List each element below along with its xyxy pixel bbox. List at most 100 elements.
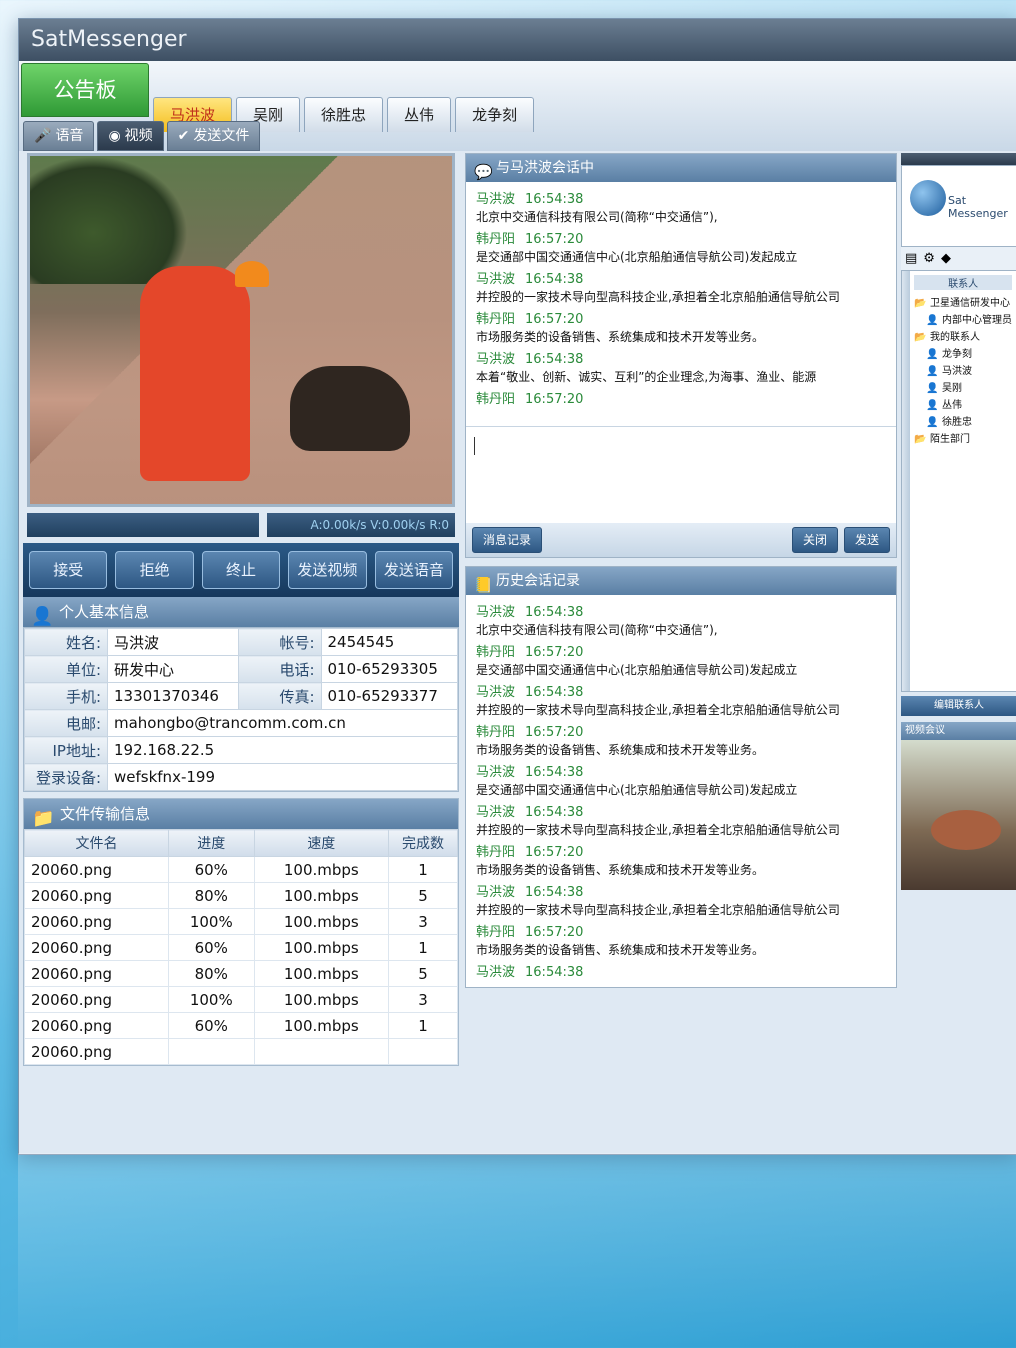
file-progress xyxy=(167,1038,255,1065)
chat-column: 💬 与马洪波会话中 马洪波 16:54:38 北京中交通信科技有限公司(简称“中交… xyxy=(465,153,897,988)
send-button[interactable]: 发送 xyxy=(843,527,890,553)
folder-icon: 📁 xyxy=(32,808,55,829)
history-messages[interactable]: 马洪波 16:54:38 北京中交通信科技有限公司(简称“中交通信”), 韩丹阳 16… xyxy=(466,595,896,987)
file-name: 20060.png xyxy=(24,934,169,961)
tree-item[interactable]: 👤 丛伟 xyxy=(914,396,1012,411)
chat-message: 韩丹阳 16:57:20 是交通部中国交通通信中心(北京船舶通信导航公司)发起成立 xyxy=(476,228,886,265)
tree-item[interactable]: 👤 马洪波 xyxy=(914,362,1012,377)
reject-button[interactable]: 拒绝 xyxy=(115,551,194,589)
message-time: 16:54:38 xyxy=(525,605,584,620)
sender-name: 韩丹阳 xyxy=(476,645,516,660)
file-count: 3 xyxy=(388,986,458,1013)
message-text: 是交通部中国交通通信中心(北京船舶通信导航公司)发起成立 xyxy=(476,663,798,677)
history-message: 马洪波 16:54:38 北京中交通信科技有限公司(简称“中交通信”), xyxy=(476,601,886,638)
tab-video[interactable]: ◉ 视频 xyxy=(97,121,164,151)
file-count: 5 xyxy=(388,960,458,987)
history-message: 马洪波 16:54:38 并控股的一家技术导向型高科技企业,承担着全北京船舶通信导航… xyxy=(476,681,886,718)
column-header[interactable]: 进度 xyxy=(167,829,255,857)
tab-send-file[interactable]: ✔ 发送文件 xyxy=(166,121,261,151)
column-header[interactable]: 速度 xyxy=(253,829,390,857)
tree-item-label: 龙争刻 xyxy=(942,349,972,360)
table-row[interactable]: 20060.png 100% 100.mbps 3 xyxy=(24,986,458,1013)
message-text: 本着“敬业、创新、诚实、互利”的企业理念,为海事、渔业、能源 xyxy=(476,370,817,384)
message-history-button[interactable]: 消息记录 xyxy=(472,527,543,553)
file-speed: 100.mbps xyxy=(253,986,390,1013)
profile-value: 13301370346 xyxy=(107,682,239,710)
profile-label: 帐号: xyxy=(237,628,322,656)
sender-name: 韩丹阳 xyxy=(476,845,516,860)
file-speed: 100.mbps xyxy=(253,934,390,961)
tree-group[interactable]: 📂 陌生部门 xyxy=(914,430,1012,445)
profile-label: 电话: xyxy=(237,655,322,683)
file-speed: 100.mbps xyxy=(253,908,390,935)
tab-voice[interactable]: 🎤 语音 xyxy=(23,121,95,151)
camera-icon: ◉ xyxy=(108,128,121,144)
table-row[interactable]: 20060.png 60% 100.mbps 1 xyxy=(24,1012,458,1039)
check-icon: ✔ xyxy=(177,128,190,144)
history-message: 马洪波 16:54:38 并控股的一家技术导向型高科技企业,承担着全北京船舶通信导航… xyxy=(476,881,886,918)
file-count: 1 xyxy=(388,1012,458,1039)
profile-label: 单位: xyxy=(24,655,108,683)
file-speed: 100.mbps xyxy=(253,960,390,987)
app-logo: Sat Messenger xyxy=(901,165,1016,247)
sidebar-titlebar xyxy=(901,153,1016,165)
tab-contact[interactable]: 丛伟 xyxy=(387,97,452,132)
table-row[interactable]: 20060.png 80% 100.mbps 5 xyxy=(24,960,458,987)
send-voice-button[interactable]: 发送语音 xyxy=(374,551,454,589)
chat-pane: 💬 与马洪波会话中 马洪波 16:54:38 北京中交通信科技有限公司(简称“中交… xyxy=(465,153,897,558)
settings-icon[interactable]: ⚙ xyxy=(923,251,935,266)
profile-value: wefskfnx-199 xyxy=(107,763,458,791)
edit-contacts-button[interactable]: 编辑联系人 xyxy=(901,696,1016,716)
tab-contact[interactable]: 徐胜忠 xyxy=(304,97,384,132)
tree-item[interactable]: 👤 内部中心管理员 xyxy=(914,311,1012,326)
file-count: 3 xyxy=(388,908,458,935)
sidebar-vertical-tabs[interactable] xyxy=(902,271,911,691)
message-text: 是交通部中国交通通信中心(北京船舶通信导航公司)发起成立 xyxy=(476,250,798,264)
close-button[interactable]: 关闭 xyxy=(791,527,838,553)
table-row[interactable]: 20060.png 60% 100.mbps 1 xyxy=(24,856,458,883)
file-transfer-table: 文件名 进度 速度 完成数 20060.png 60% 100.mbps 1 2… xyxy=(24,829,458,1065)
chat-messages[interactable]: 马洪波 16:54:38 北京中交通信科技有限公司(简称“中交通信”), 韩丹阳 1… xyxy=(466,182,896,426)
tree-item[interactable]: 👤 徐胜忠 xyxy=(914,413,1012,428)
sender-name: 韩丹阳 xyxy=(476,312,516,327)
tree-item-label: 吴刚 xyxy=(942,383,962,394)
file-progress: 100% xyxy=(167,908,255,935)
tree-group[interactable]: 📂 我的联系人 xyxy=(914,328,1012,343)
message-text: 是交通部中国交通通信中心(北京船舶通信导航公司)发起成立 xyxy=(476,783,798,797)
message-sender: 韩丹阳 16:57:20 xyxy=(476,228,886,247)
tree-item[interactable]: 👤 龙争刻 xyxy=(914,345,1012,360)
message-sender: 韩丹阳 16:57:20 xyxy=(476,841,886,860)
file-progress: 60% xyxy=(167,856,255,883)
sender-name: 韩丹阳 xyxy=(476,232,516,247)
file-transfer-panel: 📁 文件传输信息 文件名 进度 速度 完成数 20060.png 60% 100… xyxy=(23,798,459,1066)
window-reflection xyxy=(18,1153,1016,1348)
chat-toolbar: 消息记录 关闭 发送 xyxy=(466,523,896,557)
table-row[interactable]: 20060.png 100% 100.mbps 3 xyxy=(24,908,458,935)
chat-header-label: 与马洪波会话中 xyxy=(496,160,594,176)
file-name: 20060.png xyxy=(24,986,169,1013)
status-icon[interactable]: ▤ xyxy=(905,251,917,266)
stop-button[interactable]: 终止 xyxy=(201,551,281,589)
message-input[interactable] xyxy=(466,426,896,523)
file-count: 1 xyxy=(388,934,458,961)
tab-contact[interactable]: 龙争刻 xyxy=(455,97,535,132)
table-row[interactable]: 20060.png 80% 100.mbps 5 xyxy=(24,882,458,909)
send-video-button[interactable]: 发送视频 xyxy=(288,551,367,589)
message-time: 16:54:38 xyxy=(525,965,584,980)
tree-group[interactable]: 📂 卫星通信研发中心 xyxy=(914,294,1012,309)
profile-label: IP地址: xyxy=(24,736,108,764)
tree-item[interactable]: 👤 吴刚 xyxy=(914,379,1012,394)
tree-group-label: 我的联系人 xyxy=(930,332,980,343)
table-row[interactable]: 20060.png xyxy=(24,1038,458,1065)
profile-header: 👤 个人基本信息 xyxy=(23,597,459,627)
tab-bulletin-board[interactable]: 公告板 xyxy=(21,63,149,117)
table-row[interactable]: 20060.png 60% 100.mbps 1 xyxy=(24,934,458,961)
contacts-panel: 联系人 📂 卫星通信研发中心 👤 内部中心管理员 📂 我的联系人 👤 龙争刻 👤… xyxy=(901,270,1016,692)
app-window: SatMessenger 公告板 马洪波 吴刚 徐胜忠 丛伟 龙争刻 🎤 语音 ◉… xyxy=(18,18,1016,1155)
column-header[interactable]: 完成数 xyxy=(388,829,458,857)
sender-name: 马洪波 xyxy=(476,805,516,820)
alert-icon[interactable]: ◆ xyxy=(941,251,951,266)
tab-video-label: 视频 xyxy=(124,128,153,144)
accept-button[interactable]: 接受 xyxy=(29,551,108,589)
tab-bar: 公告板 马洪波 吴刚 徐胜忠 丛伟 龙争刻 🎤 语音 ◉ 视频 ✔ 发送文件 xyxy=(19,61,1016,151)
